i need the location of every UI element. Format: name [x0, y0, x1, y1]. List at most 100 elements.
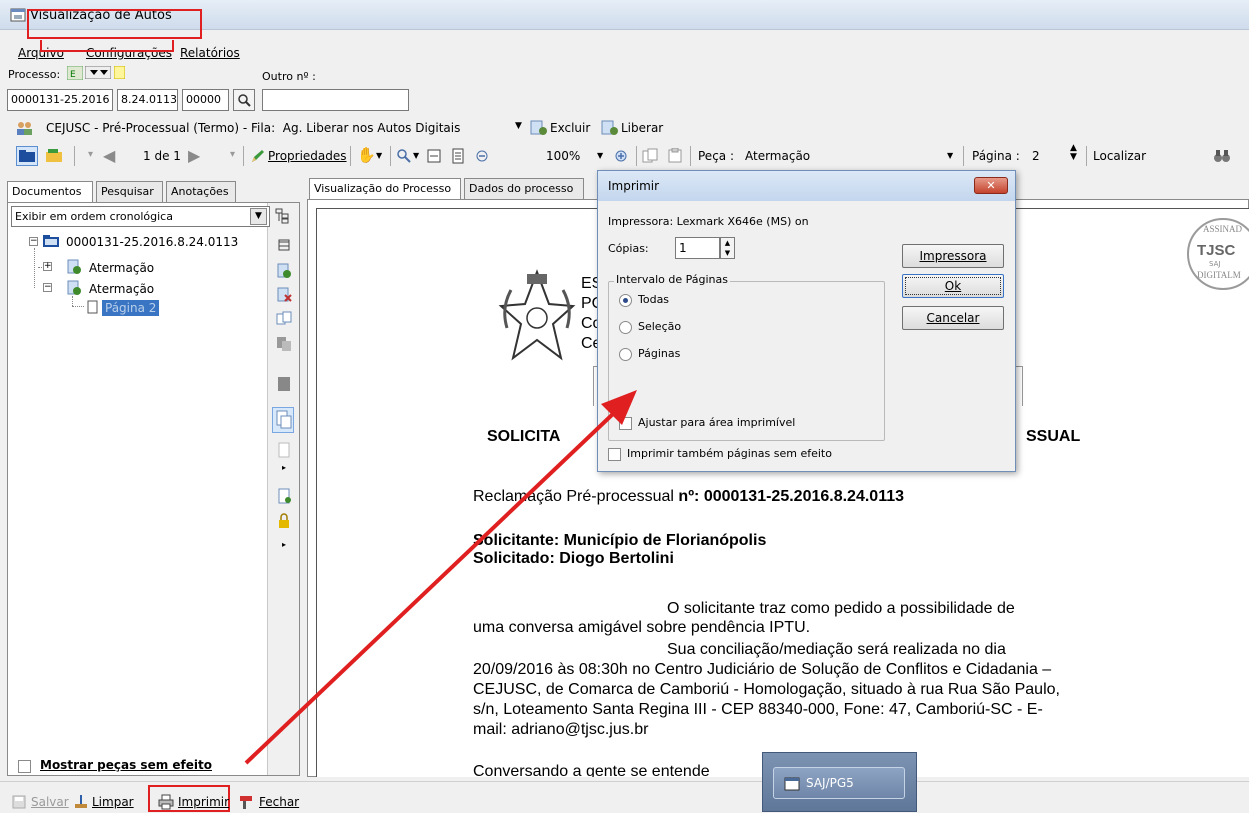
- imprimir-tambem-label[interactable]: Imprimir também páginas sem efeito: [627, 447, 832, 460]
- ajustar-label[interactable]: Ajustar para área imprimível: [638, 416, 795, 429]
- tree-root-label[interactable]: 0000131-25.2016.8.24.0113: [66, 235, 238, 249]
- propriedades-button[interactable]: Propriedades: [268, 149, 347, 163]
- more-arrow-icon[interactable]: ▸: [282, 540, 286, 549]
- toolbar-separator: [390, 146, 391, 166]
- tree-expand-item1[interactable]: +: [43, 262, 52, 271]
- pagina-input[interactable]: 2: [1032, 149, 1040, 163]
- mostrar-label[interactable]: Mostrar peças sem efeito: [40, 758, 212, 772]
- print-pages-icon[interactable]: [272, 407, 294, 433]
- tab-pesquisar[interactable]: Pesquisar: [96, 181, 163, 202]
- peca-select[interactable]: Atermação: [745, 149, 810, 163]
- outro-numero-input[interactable]: [262, 89, 409, 111]
- tab-visualizacao[interactable]: Visualização do Processo: [309, 178, 461, 199]
- salvar-button[interactable]: Salvar: [31, 795, 69, 809]
- folder-color-icon[interactable]: [44, 146, 66, 166]
- more-arrow-icon[interactable]: ▸: [282, 463, 286, 472]
- copias-spinner[interactable]: ▲ ▼: [720, 237, 735, 259]
- zoom-search-icon[interactable]: [396, 148, 412, 164]
- doc-para2-line2: 20/09/2016 às 08:30h no Centro Judiciári…: [473, 661, 1052, 678]
- hand-dropdown-icon[interactable]: ▼: [376, 151, 382, 160]
- page-add-icon[interactable]: [276, 442, 292, 458]
- print-dialog-titlebar: [598, 171, 1015, 201]
- radio-selecao-label[interactable]: Seleção: [638, 320, 681, 333]
- zoom-dropdown-icon[interactable]: ▼: [413, 151, 419, 160]
- taskbar-item[interactable]: SAJ/PG5: [773, 767, 905, 799]
- zoom-level-dropdown-icon[interactable]: ▼: [597, 151, 603, 160]
- processo-num3-input[interactable]: 00000: [182, 89, 229, 111]
- tree-item-atermacao-1[interactable]: Atermação: [89, 261, 154, 275]
- coat-of-arms-icon: [497, 268, 577, 364]
- copy-page-icon[interactable]: [642, 148, 658, 164]
- radio-paginas[interactable]: [619, 348, 632, 361]
- info-dropdown-arrow[interactable]: ▼: [515, 121, 522, 131]
- nav-prev-icon[interactable]: ◀: [103, 146, 115, 165]
- tree-collapse-item2[interactable]: −: [43, 283, 52, 292]
- radio-todas[interactable]: [619, 294, 632, 307]
- cancelar-button[interactable]: Cancelar: [902, 306, 1004, 330]
- impressora-button[interactable]: Impressora: [902, 244, 1004, 268]
- processo-num2-input[interactable]: 8.24.0113: [117, 89, 178, 111]
- fit-width-icon[interactable]: [426, 148, 442, 164]
- peca-dropdown-icon[interactable]: ▼: [947, 151, 953, 160]
- doc-title-right: SSUAL: [1026, 428, 1081, 445]
- pagina-spinner-icon[interactable]: ▲ ▼: [1070, 144, 1077, 162]
- copias-label: Cópias:: [608, 242, 649, 255]
- ajustar-checkbox[interactable]: [619, 417, 632, 430]
- lock-icon[interactable]: [276, 513, 292, 529]
- radio-selecao[interactable]: [619, 321, 632, 334]
- mostrar-checkbox[interactable]: [18, 760, 31, 773]
- pencil-icon: [250, 148, 266, 164]
- processo-note-icon[interactable]: [113, 65, 126, 80]
- menu-relatorios[interactable]: Relatórios: [180, 46, 240, 60]
- sign-doc-icon[interactable]: [276, 263, 292, 279]
- fit-page-icon[interactable]: [450, 148, 466, 164]
- nav-next-icon[interactable]: ▶: [188, 146, 200, 165]
- zoom-out-icon[interactable]: [474, 148, 490, 164]
- tab-documentos[interactable]: Documentos: [7, 181, 93, 202]
- zoom-in-icon[interactable]: [613, 148, 629, 164]
- processo-search-button[interactable]: [233, 89, 255, 111]
- tree-page-selected[interactable]: Página 2: [102, 300, 160, 316]
- nav-last-icon[interactable]: ▾: [230, 149, 235, 160]
- fechar-button[interactable]: Fechar: [259, 795, 299, 809]
- print-dialog-close-button[interactable]: ✕: [974, 177, 1008, 194]
- binoculars-icon[interactable]: [1213, 148, 1231, 164]
- collapse-all-icon[interactable]: [276, 237, 292, 253]
- liberar-button[interactable]: Liberar: [621, 121, 663, 135]
- radio-paginas-label[interactable]: Páginas: [638, 347, 680, 360]
- intervalo-label: Intervalo de Páginas: [614, 273, 730, 286]
- tree-view-icon[interactable]: [275, 208, 291, 224]
- copias-input[interactable]: 1: [675, 237, 720, 259]
- folder-open-icon[interactable]: [16, 146, 38, 166]
- doc-para2-line5: mail: adriano@tjsc.jus.br: [473, 721, 649, 738]
- localizar-input[interactable]: Localizar: [1093, 149, 1146, 163]
- hand-tool-icon[interactable]: ✋: [357, 146, 376, 164]
- paste-page-icon[interactable]: [667, 147, 683, 164]
- page-export-icon[interactable]: [276, 488, 292, 504]
- processo-type-icon[interactable]: E: [66, 65, 84, 81]
- tree-collapse-root[interactable]: −: [29, 237, 38, 246]
- zoom-level-text[interactable]: 100%: [546, 149, 580, 163]
- processo-num1-input[interactable]: 0000131-25.2016: [7, 89, 113, 111]
- order-select[interactable]: Exibir em ordem cronológica: [11, 206, 270, 227]
- limpar-button[interactable]: Limpar: [92, 795, 134, 809]
- document-icon[interactable]: [276, 376, 292, 392]
- order-dropdown-icon[interactable]: ▼: [250, 208, 267, 225]
- radio-todas-label[interactable]: Todas: [638, 293, 669, 306]
- tab-dados-processo[interactable]: Dados do processo: [464, 178, 584, 199]
- imprimir-button[interactable]: Imprimir: [178, 795, 229, 809]
- copy-docs-icon[interactable]: [276, 336, 292, 352]
- toolbar-separator: [350, 146, 351, 166]
- link-docs-icon[interactable]: [276, 311, 292, 327]
- imprimir-tambem-checkbox[interactable]: [608, 448, 621, 461]
- nav-first-icon[interactable]: ▾: [88, 149, 93, 160]
- processo-dropdown-icon[interactable]: [84, 65, 112, 80]
- remove-signature-icon[interactable]: [276, 287, 292, 303]
- tree-item-atermacao-2[interactable]: Atermação: [89, 282, 154, 296]
- taskbar-preview[interactable]: SAJ/PG5: [762, 752, 917, 812]
- doc-title-left: SOLICITA: [487, 428, 561, 445]
- excluir-button[interactable]: Excluir: [550, 121, 590, 135]
- doc-last-line: Conversando a gente se entende: [473, 763, 710, 777]
- tab-anotacoes[interactable]: Anotações: [166, 181, 236, 202]
- ok-button[interactable]: Ok: [902, 274, 1004, 298]
